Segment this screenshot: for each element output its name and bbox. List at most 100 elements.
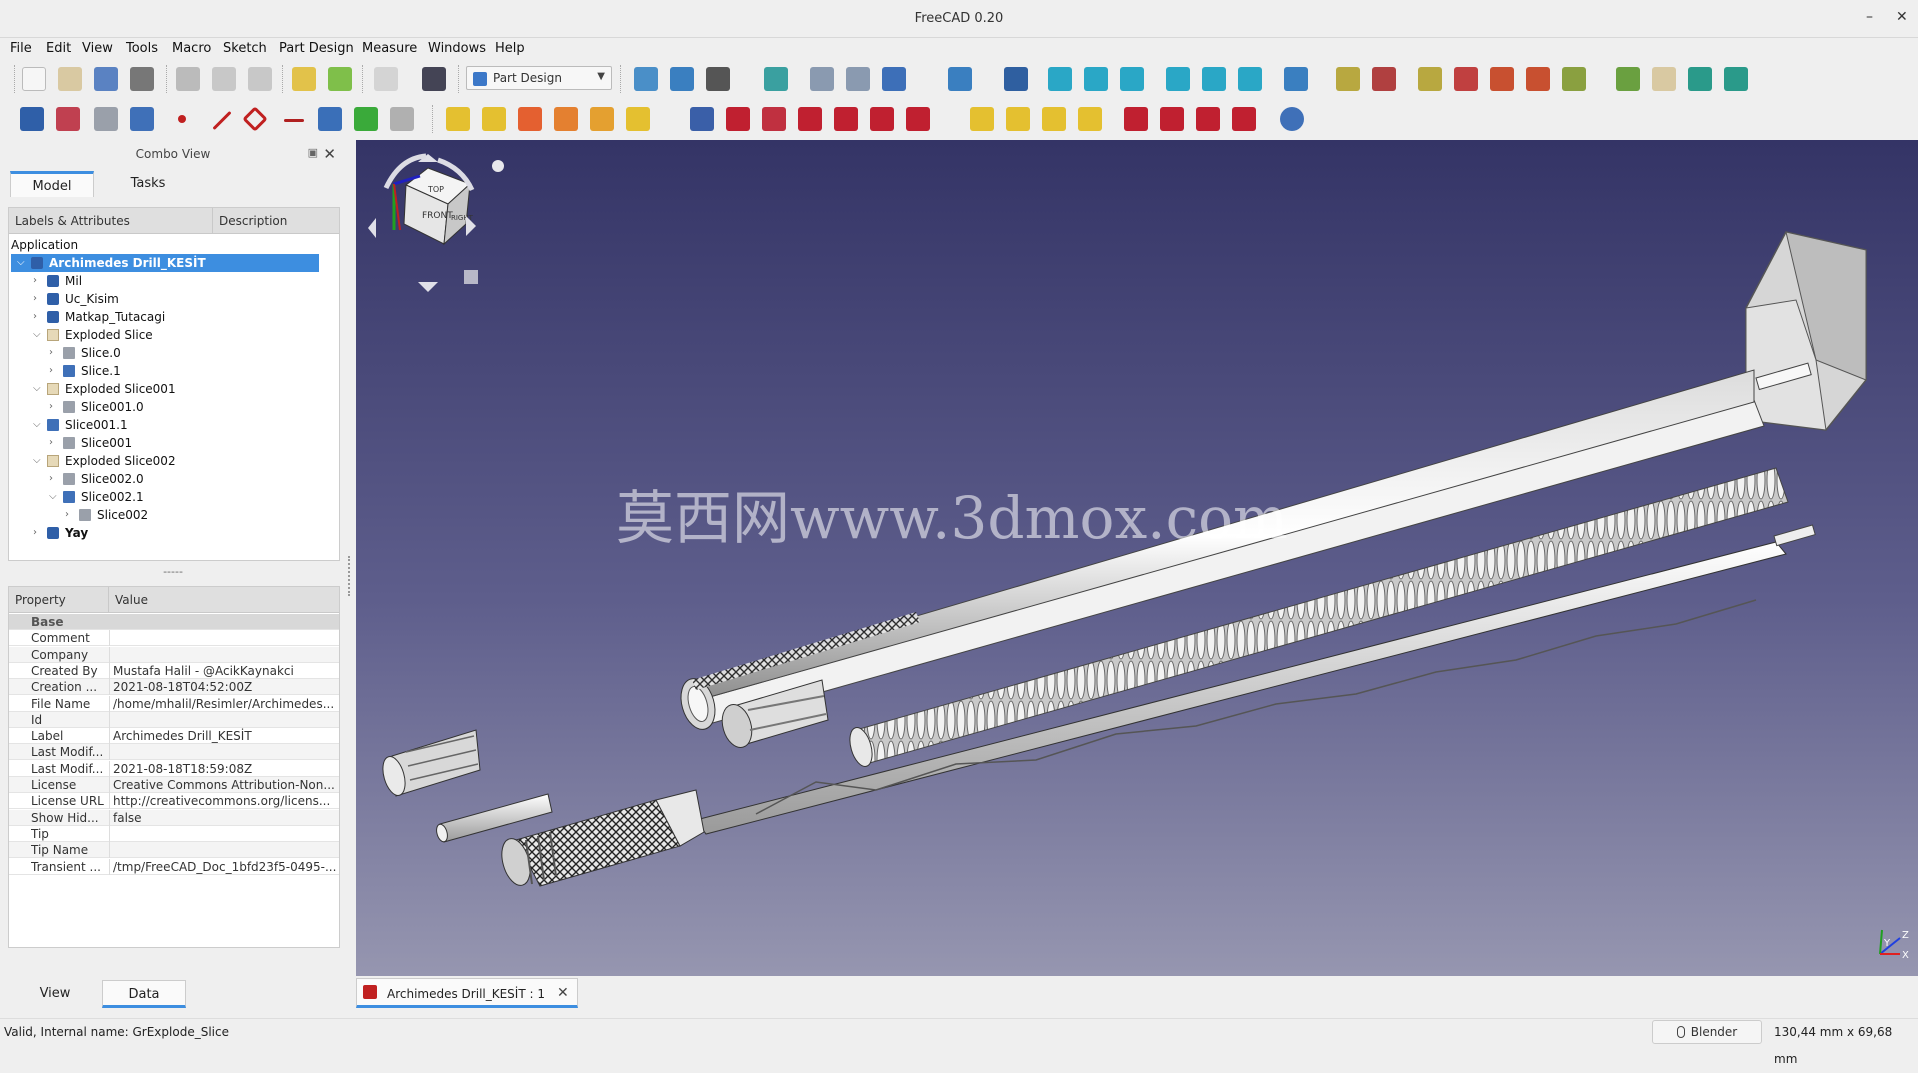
- revolution-icon[interactable]: [482, 107, 506, 131]
- rotate-down-arrow-icon[interactable]: [418, 282, 438, 292]
- subtractive-pipe-icon[interactable]: [834, 107, 858, 131]
- part-icon[interactable]: [1616, 67, 1640, 91]
- chamfer-icon[interactable]: [1160, 107, 1184, 131]
- print-icon[interactable]: [130, 67, 154, 91]
- minimize-icon[interactable]: –: [1866, 9, 1873, 25]
- tree-item[interactable]: › Yay: [9, 524, 337, 542]
- tab-view[interactable]: View: [12, 980, 98, 1008]
- expand-arrow-icon[interactable]: ›: [49, 398, 53, 416]
- collet-part[interactable]: [379, 729, 481, 798]
- shape-binder-icon[interactable]: [318, 107, 342, 131]
- collapse-arrow-icon[interactable]: ⌵: [33, 452, 41, 470]
- tree-item[interactable]: › Mil: [9, 272, 337, 290]
- subtractive-helix-icon[interactable]: [870, 107, 894, 131]
- fit-all-icon[interactable]: [634, 67, 658, 91]
- measure-toggle-icon[interactable]: [1490, 67, 1514, 91]
- tab-tasks[interactable]: Tasks: [106, 171, 190, 197]
- std-views-icon[interactable]: [882, 67, 906, 91]
- bottom-view-icon[interactable]: [1202, 67, 1226, 91]
- navigation-style-button[interactable]: Blender: [1652, 1020, 1762, 1044]
- cube-menu-icon[interactable]: [492, 160, 504, 172]
- close-tab-icon[interactable]: ✕: [557, 980, 569, 1006]
- clone-icon[interactable]: [390, 107, 414, 131]
- menu-part-design[interactable]: Part Design: [279, 41, 354, 56]
- panel-resize-handle[interactable]: [348, 556, 351, 596]
- menu-tools[interactable]: Tools: [126, 41, 158, 56]
- tab-data[interactable]: Data: [102, 980, 186, 1008]
- create-sketch-icon[interactable]: [56, 107, 80, 131]
- menu-windows[interactable]: Windows: [428, 41, 486, 56]
- property-row[interactable]: Created By Mustafa Halil - @AcikKaynakci: [9, 662, 339, 679]
- property-row[interactable]: Last Modif...: [9, 744, 339, 761]
- subtractive-primitive-icon[interactable]: [906, 107, 930, 131]
- measure-distance-icon[interactable]: [1284, 67, 1308, 91]
- property-row[interactable]: Tip Name: [9, 842, 339, 859]
- forward-arrow-icon[interactable]: [846, 67, 870, 91]
- link-icon[interactable]: [1688, 67, 1712, 91]
- tree-item[interactable]: ⌵ Archimedes Drill_KESİT: [9, 254, 337, 272]
- property-value[interactable]: /tmp/FreeCAD_Doc_1bfd23f5-0495-...: [113, 859, 337, 875]
- datum-point-icon[interactable]: [178, 115, 186, 123]
- expand-arrow-icon[interactable]: ›: [49, 362, 53, 380]
- drill-handle[interactable]: [1745, 231, 1867, 431]
- property-row[interactable]: File Name/home/mhalil/Resimler/Archimede…: [9, 695, 339, 712]
- collapse-arrow-icon[interactable]: ⌵: [17, 254, 25, 272]
- property-value[interactable]: http://creativecommons.org/licens...: [113, 793, 337, 809]
- rear-view-icon[interactable]: [1166, 67, 1190, 91]
- group-folder-icon[interactable]: [1652, 67, 1676, 91]
- multi-transform-icon[interactable]: [1078, 107, 1102, 131]
- left-view-icon[interactable]: [1238, 67, 1262, 91]
- expand-arrow-icon[interactable]: ›: [33, 308, 37, 326]
- tree-item[interactable]: › Slice002.0: [9, 470, 337, 488]
- hole-icon[interactable]: [726, 107, 750, 131]
- menu-view[interactable]: View: [82, 41, 113, 56]
- tree-item[interactable]: › Uc_Kisim: [9, 290, 337, 308]
- property-row[interactable]: Transient ... /tmp/FreeCAD_Doc_1bfd23f5-0…: [9, 858, 339, 875]
- expand-arrow-icon[interactable]: ›: [33, 524, 37, 542]
- tree-item[interactable]: › Slice001: [9, 434, 337, 452]
- right-view-icon[interactable]: [1120, 67, 1144, 91]
- helix-icon[interactable]: [590, 107, 614, 131]
- close-panel-icon[interactable]: ✕: [323, 145, 336, 163]
- measure-linear-icon[interactable]: [1336, 67, 1360, 91]
- property-value[interactable]: Archimedes Drill_KESİT: [113, 728, 337, 744]
- zoom-icon[interactable]: [948, 67, 972, 91]
- property-value[interactable]: /home/mhalil/Resimler/Archimedes...: [113, 696, 337, 712]
- menu-file[interactable]: File: [10, 41, 32, 56]
- close-window-icon[interactable]: ✕: [1896, 9, 1908, 25]
- cut-icon[interactable]: [176, 67, 200, 91]
- property-row[interactable]: Show Hid... false: [9, 809, 339, 826]
- linear-pattern-icon[interactable]: [1006, 107, 1030, 131]
- panel-splitter[interactable]: -----: [6, 565, 340, 578]
- expand-arrow-icon[interactable]: ›: [65, 506, 69, 524]
- open-file-icon[interactable]: [58, 67, 82, 91]
- subshape-binder-icon[interactable]: [354, 107, 378, 131]
- paste-icon[interactable]: [248, 67, 272, 91]
- property-value[interactable]: Mustafa Halil - @AcikKaynakci: [113, 663, 337, 679]
- datum-plane-icon[interactable]: [242, 106, 268, 132]
- cube-view-menu-icon[interactable]: [464, 270, 478, 284]
- menu-sketch[interactable]: Sketch: [223, 41, 267, 56]
- property-row[interactable]: Creation ... 2021-08-18T04:52:00Z: [9, 679, 339, 696]
- bounding-box-icon[interactable]: [764, 67, 788, 91]
- copy-icon[interactable]: [212, 67, 236, 91]
- tree-item[interactable]: ⌵ Exploded Slice002: [9, 452, 337, 470]
- pipe-icon[interactable]: [554, 107, 578, 131]
- expand-arrow-icon[interactable]: ›: [49, 434, 53, 452]
- expand-arrow-icon[interactable]: ›: [49, 344, 53, 362]
- loft-icon[interactable]: [518, 107, 542, 131]
- property-row[interactable]: Label Archimedes Drill_KESİT: [9, 728, 339, 745]
- measure-toggle-3d-icon[interactable]: [1526, 67, 1550, 91]
- link-actions-icon[interactable]: [1724, 67, 1748, 91]
- property-value[interactable]: false: [113, 810, 337, 826]
- whats-this-icon[interactable]: [422, 67, 446, 91]
- property-value[interactable]: Creative Commons Attribution-Non...: [113, 777, 337, 793]
- top-view-icon[interactable]: [1084, 67, 1108, 91]
- create-clone-icon[interactable]: [130, 107, 154, 131]
- validate-sketch-icon[interactable]: [94, 107, 118, 131]
- tree-item[interactable]: ⌵ Exploded Slice001: [9, 380, 337, 398]
- groove-icon[interactable]: [762, 107, 786, 131]
- navigation-cube[interactable]: FRONT TOP RIGHT: [368, 153, 504, 292]
- additive-primitive-icon[interactable]: [626, 107, 650, 131]
- datum-line-icon[interactable]: [212, 110, 232, 131]
